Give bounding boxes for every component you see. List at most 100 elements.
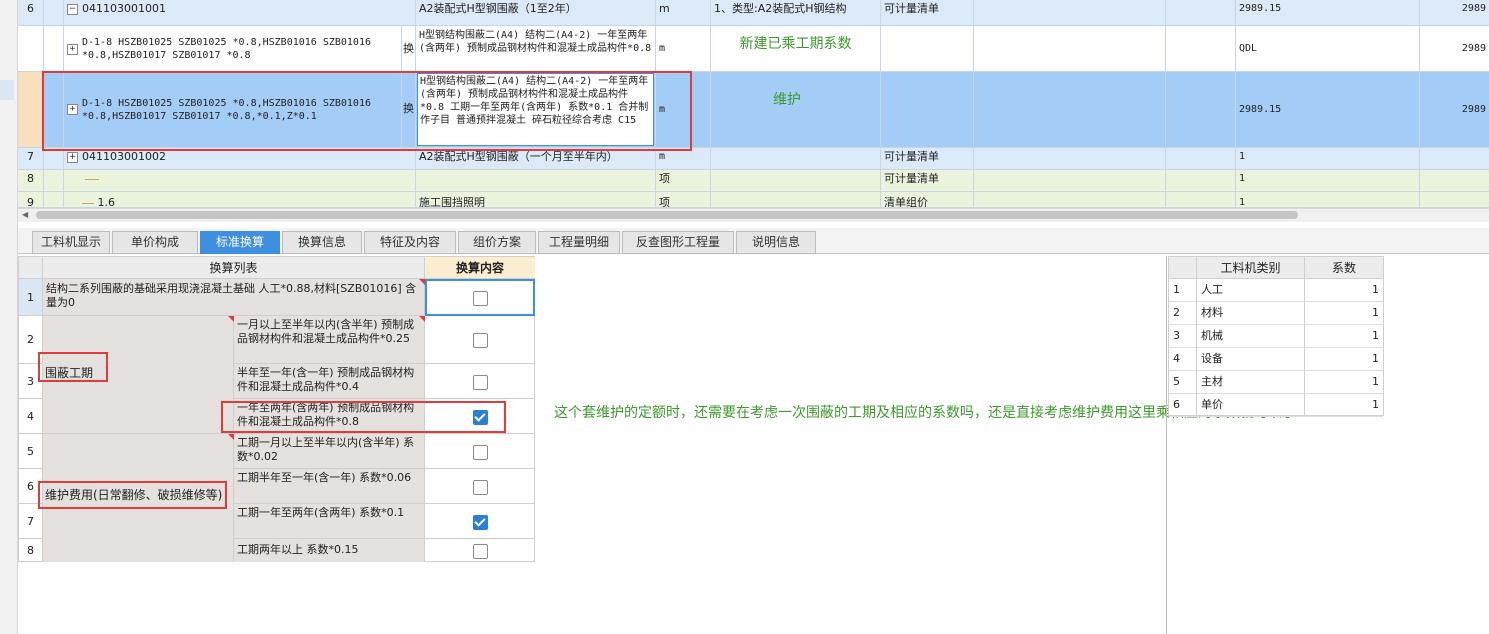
unit-cell[interactable]: m <box>656 0 711 25</box>
coef-type-cell[interactable]: 主材 <box>1197 371 1305 394</box>
tab-pricing-scheme[interactable]: 组价方案 <box>458 231 536 254</box>
conversion-item-foundation[interactable]: 结构二系列围蔽的基础采用现浇混凝土基础 人工*0.88,材料[SZB01016]… <box>43 279 425 316</box>
empty-cell[interactable] <box>1166 148 1236 169</box>
coef-value-cell[interactable]: 1 <box>1305 302 1383 325</box>
conversion-checkbox[interactable] <box>473 291 488 306</box>
value-cell[interactable]: 2989 <box>1420 0 1489 25</box>
desc-cell[interactable]: H型钢结构围蔽二(A4) 结构二(A4-2) 一年至两年(含两年) 预制成品钢材… <box>416 72 656 147</box>
feature-cell[interactable] <box>711 192 881 207</box>
desc-cell[interactable]: 施工围挡照明 <box>416 192 656 207</box>
conversion-checkbox[interactable] <box>473 515 488 530</box>
table-row[interactable]: 8 项 可计量清单 1 <box>18 170 1489 192</box>
tab-reverse-graphic-quantity[interactable]: 反查图形工程量 <box>622 231 734 254</box>
desc-cell[interactable] <box>416 170 656 191</box>
qty-cell[interactable]: 2989.15 <box>1236 0 1420 25</box>
tab-standard-conversion[interactable]: 标准换算 <box>200 231 280 254</box>
desc-cell[interactable]: H型钢结构围蔽二(A4) 结构二(A4-2) 一年至两年(含两年) 预制成品钢材… <box>416 26 656 71</box>
tab-quantity-details[interactable]: 工程量明细 <box>538 231 620 254</box>
empty-cell[interactable] <box>974 0 1166 25</box>
code-cell[interactable]: + D-1-8 HSZB01025 SZB01025 *0.8,HSZB01016… <box>64 72 402 147</box>
scrollbar-thumb[interactable] <box>36 211 1298 219</box>
table-row[interactable]: 7 +041103001002 A2装配式H型钢围蔽（一个月至半年内） m 可计… <box>18 148 1489 170</box>
feature-cell[interactable] <box>711 170 881 191</box>
qty-cell[interactable]: 2989.15 <box>1236 72 1420 147</box>
coef-type-cell[interactable]: 机械 <box>1197 325 1305 348</box>
tab-unit-price-composition[interactable]: 单价构成 <box>112 231 198 254</box>
conversion-item[interactable]: 工期一年至两年(含两年) 系数*0.1 <box>234 504 425 539</box>
coef-value-cell[interactable]: 1 <box>1305 279 1383 302</box>
conversion-item[interactable]: 工期半年至一年(含一年) 系数*0.06 <box>234 469 425 504</box>
conversion-item[interactable]: 工期两年以上 系数*0.15 <box>234 539 425 562</box>
conversion-checkbox[interactable] <box>473 333 488 348</box>
conversion-checkbox[interactable] <box>473 445 488 460</box>
empty-cell[interactable] <box>1166 192 1236 207</box>
empty-cell[interactable] <box>974 148 1166 169</box>
coef-value-cell[interactable]: 1 <box>1305 325 1383 348</box>
code-cell[interactable]: +041103001002 <box>64 148 416 169</box>
unit-cell[interactable]: m <box>656 148 711 169</box>
empty-cell[interactable] <box>1166 0 1236 25</box>
code-cell[interactable]: −041103001001 <box>64 0 416 25</box>
qty-cell[interactable]: QDL <box>1236 26 1420 71</box>
empty-cell[interactable] <box>974 72 1166 147</box>
value-cell[interactable] <box>1420 148 1489 169</box>
conversion-item[interactable]: 半年至一年(含一年) 预制成品钢材构件和混凝土成品构件*0.4 <box>234 364 425 399</box>
empty-cell[interactable] <box>1166 170 1236 191</box>
expand-icon[interactable]: + <box>67 104 78 115</box>
type-cell[interactable] <box>881 72 974 147</box>
unit-cell[interactable]: m <box>656 72 711 147</box>
table-row-selected[interactable]: + D-1-8 HSZB01025 SZB01025 *0.8,HSZB01016… <box>18 72 1489 148</box>
type-cell[interactable]: 可计量清单 <box>881 148 974 169</box>
conversion-item[interactable]: 工期一月以上至半年以内(含半年) 系数*0.02 <box>234 434 425 469</box>
tab-labor-material-machine[interactable]: 工料机显示 <box>32 231 110 254</box>
expand-icon[interactable]: + <box>67 151 78 163</box>
desc-cell[interactable]: A2装配式H型钢围蔽（一个月至半年内） <box>416 148 656 169</box>
value-cell[interactable]: 2989 <box>1420 26 1489 71</box>
coef-type-cell[interactable]: 人工 <box>1197 279 1305 302</box>
coef-type-cell[interactable]: 材料 <box>1197 302 1305 325</box>
coef-value-cell[interactable]: 1 <box>1305 348 1383 371</box>
qty-cell[interactable]: 1 <box>1236 170 1420 191</box>
empty-cell[interactable] <box>974 26 1166 71</box>
unit-cell[interactable]: m <box>656 26 711 71</box>
coef-value-cell[interactable]: 1 <box>1305 371 1383 394</box>
feature-cell[interactable]: 1、类型:A2装配式H钢结构 <box>711 0 881 25</box>
coef-type-cell[interactable]: 单价 <box>1197 394 1305 417</box>
desc-cell[interactable]: A2装配式H型钢围蔽（1至2年） <box>416 0 656 25</box>
type-cell[interactable]: 可计量清单 <box>881 170 974 191</box>
conversion-checkbox[interactable] <box>473 480 488 495</box>
empty-cell[interactable] <box>1166 72 1236 147</box>
empty-cell[interactable] <box>974 170 1166 191</box>
tab-features-content[interactable]: 特征及内容 <box>364 231 456 254</box>
desc-editor[interactable]: H型钢结构围蔽二(A4) 结构二(A4-2) 一年至两年(含两年) 预制成品钢材… <box>417 73 654 146</box>
conversion-checkbox[interactable] <box>473 375 488 390</box>
conversion-checkbox[interactable] <box>473 410 488 425</box>
coef-type-cell[interactable]: 设备 <box>1197 348 1305 371</box>
type-cell[interactable]: 清单组价 <box>881 192 974 207</box>
conversion-checkbox[interactable] <box>473 544 488 559</box>
qty-cell[interactable]: 1 <box>1236 192 1420 207</box>
empty-cell[interactable] <box>974 192 1166 207</box>
code-cell[interactable]: + D-1-8 HSZB01025 SZB01025 *0.8,HSZB01016… <box>64 26 402 71</box>
table-row[interactable]: 9 1.6 施工围挡照明 项 清单组价 1 <box>18 192 1489 208</box>
table-row[interactable]: + D-1-8 HSZB01025 SZB01025 *0.8,HSZB01016… <box>18 26 1489 72</box>
value-cell[interactable] <box>1420 170 1489 191</box>
tab-description[interactable]: 说明信息 <box>736 231 816 254</box>
expand-icon[interactable]: + <box>67 44 78 55</box>
table-row[interactable]: 6 −041103001001 A2装配式H型钢围蔽（1至2年） m 1、类型:… <box>18 0 1489 26</box>
unit-cell[interactable]: 项 <box>656 170 711 191</box>
qty-cell[interactable]: 1 <box>1236 148 1420 169</box>
empty-cell[interactable] <box>1166 26 1236 71</box>
tab-conversion-info[interactable]: 换算信息 <box>282 231 362 254</box>
type-cell[interactable] <box>881 26 974 71</box>
conversion-item[interactable]: 一月以上至半年以内(含半年) 预制成品钢材构件和混凝土成品构件*0.25 <box>234 316 425 364</box>
value-cell[interactable]: 2989 <box>1420 72 1489 147</box>
value-cell[interactable] <box>1420 192 1489 207</box>
type-cell[interactable]: 可计量清单 <box>881 0 974 25</box>
conversion-item[interactable]: 一年至两年(含两年) 预制成品钢材构件和混凝土成品构件*0.8 <box>234 399 425 434</box>
coef-value-cell[interactable]: 1 <box>1305 394 1383 417</box>
scroll-left-icon[interactable]: ◀ <box>22 210 32 220</box>
feature-cell[interactable] <box>711 148 881 169</box>
code-cell[interactable]: 1.6 <box>64 192 416 207</box>
unit-cell[interactable]: 项 <box>656 192 711 207</box>
